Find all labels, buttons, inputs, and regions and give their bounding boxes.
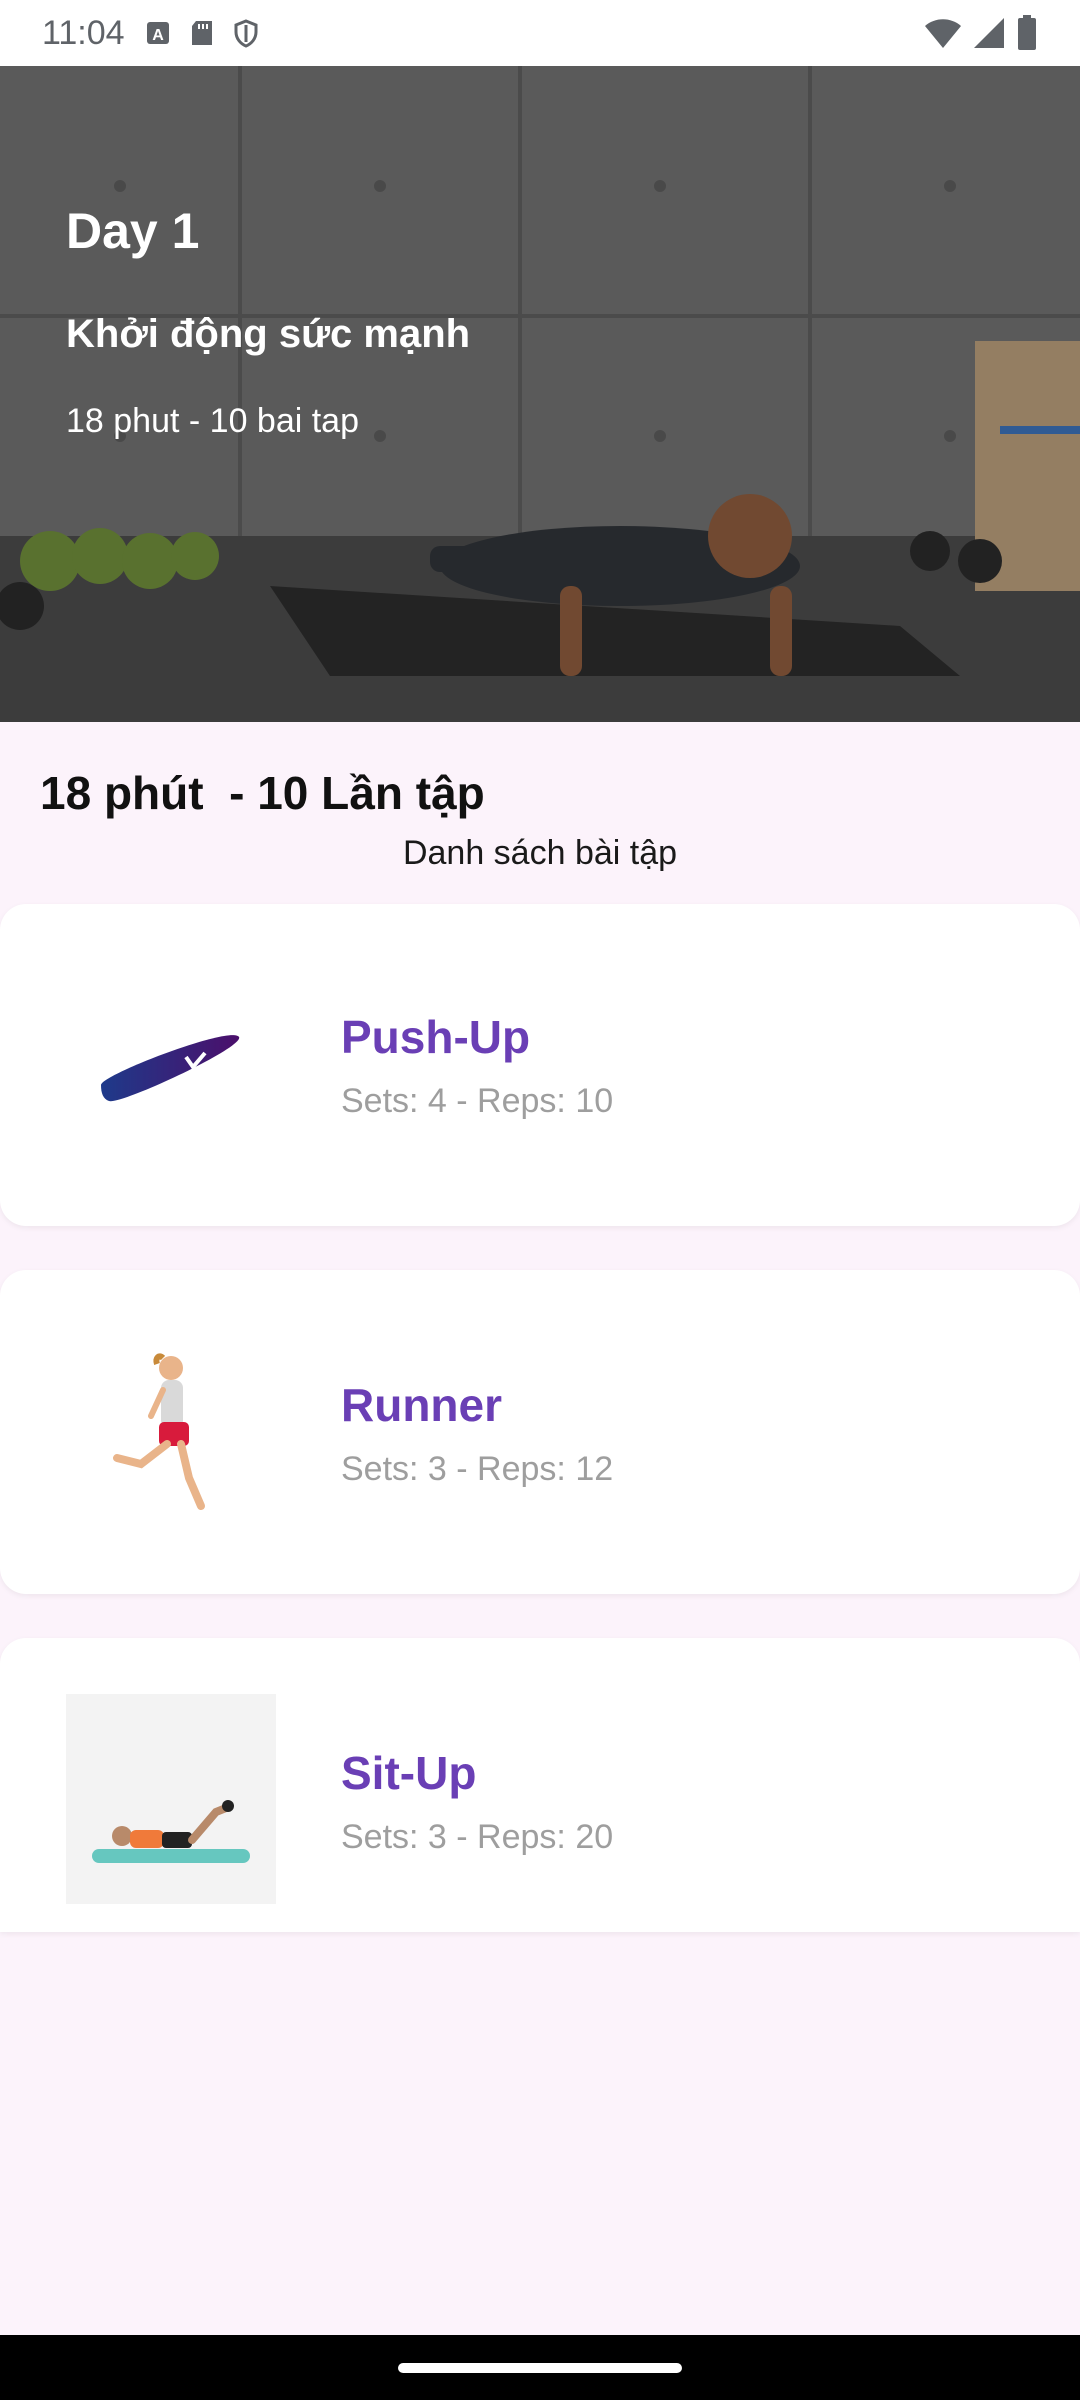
shield-icon	[234, 19, 258, 48]
svg-text:A: A	[152, 27, 164, 44]
exercise-meta: Sets: 3 - Reps: 20	[341, 1818, 614, 1856]
exercise-name: Runner	[341, 1379, 502, 1431]
pushup-icon	[66, 960, 276, 1170]
exercise-meta: Sets: 3 - Reps: 12	[341, 1450, 614, 1488]
exercise-list-title: Danh sách bài tập	[402, 834, 678, 872]
battery-icon	[1018, 15, 1036, 50]
status-icons-right	[924, 15, 1038, 51]
hero-banner: Day 1 Khởi động sức mạnh 18 phut - 10 ba…	[0, 66, 1080, 722]
situp-icon	[66, 1694, 276, 1904]
status-bar: 11:04 A	[0, 0, 1080, 66]
exercise-text: Runner Sets: 3 - Reps: 12	[341, 1378, 613, 1489]
hero-day-label: Day 1	[66, 203, 200, 259]
status-time: 11:04	[42, 13, 125, 52]
exercise-text: Push-Up Sets: 4 - Reps: 10	[341, 1010, 613, 1121]
sd-card-icon	[191, 21, 212, 45]
exercise-text: Sit-Up Sets: 3 - Reps: 20	[341, 1746, 613, 1857]
text-a-icon: A	[146, 22, 169, 44]
exercise-card-runner[interactable]: Runner Sets: 3 - Reps: 12	[0, 1270, 1080, 1594]
hero-subtitle: 18 phut - 10 bai tap	[66, 402, 360, 440]
exercise-card-situp[interactable]: Sit-Up Sets: 3 - Reps: 20	[0, 1638, 1080, 1932]
wifi-icon	[925, 19, 961, 48]
workout-summary: 18 phút - 10 Lần tập	[40, 767, 485, 819]
exercise-name: Push-Up	[341, 1011, 531, 1063]
exercise-meta: Sets: 4 - Reps: 10	[341, 1082, 614, 1120]
runner-icon	[66, 1326, 276, 1536]
signal-icon	[974, 18, 1004, 48]
hero-title: Khởi động sức mạnh	[66, 312, 471, 356]
hero-overlay	[0, 66, 1080, 722]
exercise-name: Sit-Up	[341, 1747, 477, 1799]
home-gesture-handle[interactable]	[398, 2363, 682, 2373]
status-icons-left: A	[143, 18, 261, 48]
exercise-card-pushup[interactable]: Push-Up Sets: 4 - Reps: 10	[0, 904, 1080, 1226]
